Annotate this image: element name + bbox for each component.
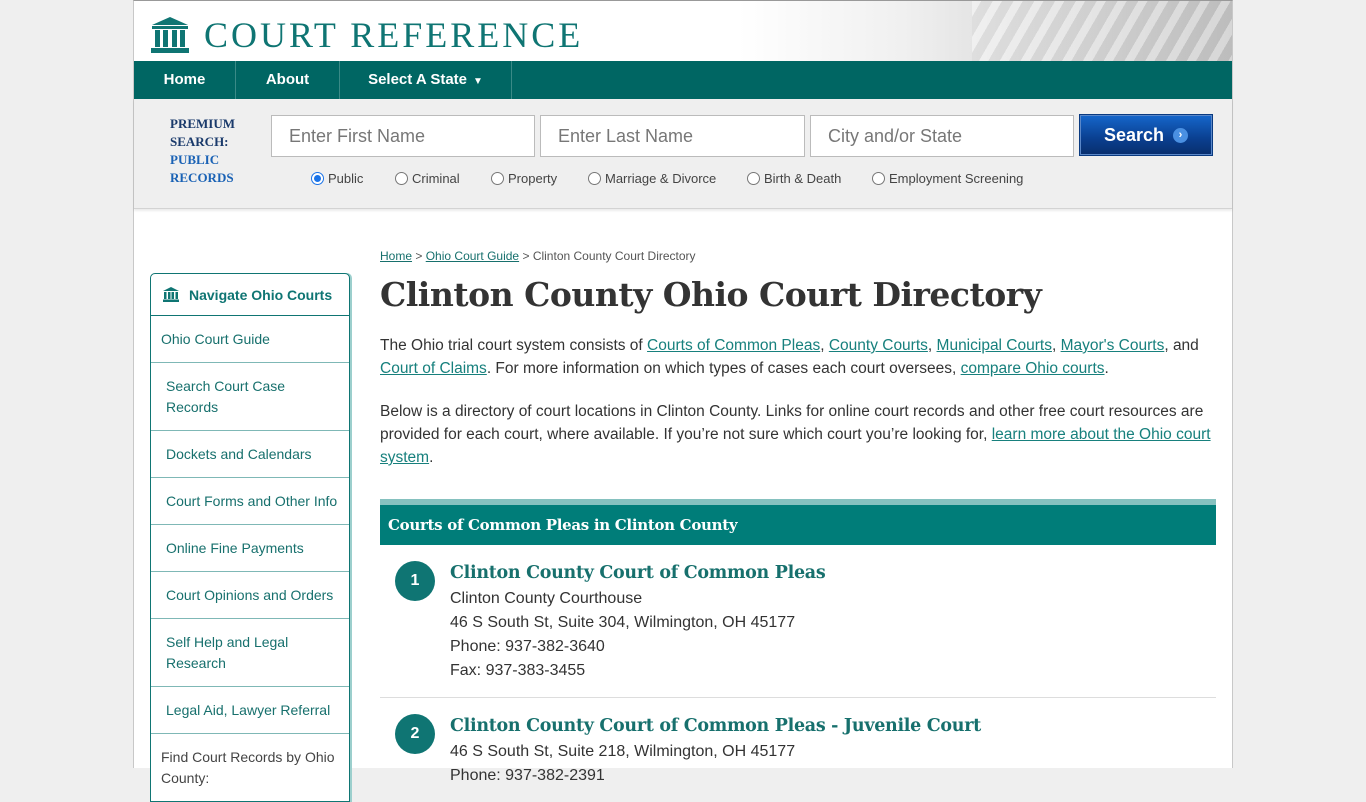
- sidebar-navigate-courts: Navigate Ohio Courts Ohio Court Guide Se…: [150, 273, 350, 802]
- radio-criminal[interactable]: Criminal: [395, 171, 491, 186]
- breadcrumb: Home > Ohio Court Guide > Clinton County…: [380, 249, 1216, 263]
- nav-home[interactable]: Home: [134, 61, 236, 99]
- column-decoration: [972, 1, 1232, 61]
- courthouse-icon: [151, 17, 189, 53]
- directory-paragraph: Below is a directory of court locations …: [380, 400, 1216, 469]
- court-name-link[interactable]: Clinton County Court of Common Pleas - J…: [450, 712, 1216, 740]
- sidebar-item-legal-aid[interactable]: Legal Aid, Lawyer Referral: [151, 687, 349, 734]
- sidebar-item-online-fine-payments[interactable]: Online Fine Payments: [151, 525, 349, 572]
- court-address: 46 S South St, Suite 304, Wilmington, OH…: [450, 614, 796, 631]
- main-nav: Home About Select A State ▼: [134, 61, 1232, 99]
- sidebar-item-ohio-court-guide[interactable]: Ohio Court Guide: [151, 316, 349, 363]
- text: .: [429, 449, 434, 466]
- text: .: [1104, 360, 1109, 377]
- link-municipal-courts[interactable]: Municipal Courts: [937, 337, 1052, 354]
- sidebar-header: Navigate Ohio Courts: [151, 274, 349, 316]
- radio-button[interactable]: [588, 172, 601, 185]
- breadcrumb-current: Clinton County Court Directory: [532, 249, 696, 263]
- logo-text: COURT REFERENCE: [204, 15, 584, 55]
- text: ,: [820, 337, 829, 354]
- link-court-of-claims[interactable]: Court of Claims: [380, 360, 487, 377]
- court-address: 46 S South St, Suite 218, Wilmington, OH…: [450, 743, 796, 760]
- city-state-input[interactable]: [810, 115, 1074, 157]
- text: ,: [1051, 337, 1061, 354]
- text: , and: [1164, 337, 1199, 354]
- sidebar-item-search-case-records[interactable]: Search Court Case Records: [151, 363, 349, 431]
- premium-label-line: PREMIUM: [170, 116, 235, 131]
- last-name-input[interactable]: [540, 115, 805, 157]
- court-listing: 1 Clinton County Court of Common Pleas C…: [380, 545, 1216, 698]
- radio-label: Marriage & Divorce: [605, 171, 717, 186]
- court-listing: 2 Clinton County Court of Common Pleas -…: [380, 698, 1216, 802]
- chevron-right-icon: ›: [1173, 127, 1189, 143]
- court-number-badge: 1: [395, 561, 435, 601]
- sidebar-item-dockets-calendars[interactable]: Dockets and Calendars: [151, 431, 349, 478]
- radio-label: Employment Screening: [889, 171, 1024, 186]
- site-logo[interactable]: COURT REFERENCE: [150, 15, 583, 55]
- link-compare-ohio-courts[interactable]: compare Ohio courts: [961, 360, 1105, 377]
- nav-select-state[interactable]: Select A State ▼: [340, 61, 512, 99]
- text: . For more information on which types of…: [486, 360, 961, 377]
- section-header: Courts of Common Pleas in Clinton County: [380, 499, 1216, 545]
- radio-button[interactable]: [491, 172, 504, 185]
- text: ,: [927, 337, 937, 354]
- record-type-radios: Public Criminal Property Marriage & Divo…: [311, 171, 1023, 186]
- nav-select-state-label: Select A State: [368, 71, 468, 88]
- link-courts-of-common-pleas[interactable]: Courts of Common Pleas: [647, 337, 820, 354]
- radio-birth-death[interactable]: Birth & Death: [747, 171, 872, 186]
- court-number-badge: 2: [395, 714, 435, 754]
- caret-down-icon: ▼: [473, 76, 483, 87]
- premium-label-line: SEARCH:: [170, 134, 229, 149]
- site-header-banner: COURT REFERENCE: [134, 1, 1232, 61]
- radio-public[interactable]: Public: [311, 171, 395, 186]
- radio-label: Property: [508, 171, 558, 186]
- premium-search-bar: PREMIUM SEARCH: PUBLIC RECORDS Search › …: [134, 99, 1232, 209]
- radio-marriage-divorce[interactable]: Marriage & Divorce: [588, 171, 747, 186]
- radio-button[interactable]: [872, 172, 885, 185]
- court-fax: Fax: 937-383-3455: [450, 662, 586, 679]
- sidebar-item-self-help[interactable]: Self Help and Legal Research: [151, 619, 349, 687]
- radio-button[interactable]: [747, 172, 760, 185]
- court-name-link[interactable]: Clinton County Court of Common Pleas: [450, 559, 1216, 587]
- breadcrumb-separator: >: [415, 249, 423, 263]
- sidebar-title: Navigate Ohio Courts: [189, 286, 333, 303]
- radio-label: Birth & Death: [764, 171, 842, 186]
- intro-paragraph: The Ohio trial court system consists of …: [380, 334, 1216, 380]
- sidebar-item-court-opinions[interactable]: Court Opinions and Orders: [151, 572, 349, 619]
- court-phone: Phone: 937-382-3640: [450, 638, 605, 655]
- page-container: COURT REFERENCE Home About Select A Stat…: [133, 0, 1233, 802]
- premium-label-line: PUBLIC: [170, 152, 220, 167]
- breadcrumb-separator: >: [522, 249, 530, 263]
- search-button-label: Search: [1103, 124, 1165, 145]
- sidebar-item-court-forms[interactable]: Court Forms and Other Info: [151, 478, 349, 525]
- radio-label: Criminal: [412, 171, 460, 186]
- premium-search-label: PREMIUM SEARCH: PUBLIC RECORDS: [170, 115, 235, 187]
- text: The Ohio trial court system consists of: [380, 337, 648, 354]
- radio-label: Public: [328, 171, 364, 186]
- court-building: Clinton County Courthouse: [450, 590, 643, 607]
- page-title: Clinton County Ohio Court Directory: [380, 275, 1042, 314]
- main-content: Home > Ohio Court Guide > Clinton County…: [380, 249, 1216, 802]
- radio-employment-screening[interactable]: Employment Screening: [872, 171, 1023, 186]
- breadcrumb-ohio-court-guide[interactable]: Ohio Court Guide: [426, 249, 519, 263]
- nav-about[interactable]: About: [236, 61, 340, 99]
- courthouse-icon: [163, 287, 179, 302]
- premium-label-line: RECORDS: [170, 170, 234, 185]
- radio-button[interactable]: [395, 172, 408, 185]
- search-button[interactable]: Search ›: [1079, 114, 1213, 156]
- radio-button[interactable]: [311, 172, 324, 185]
- first-name-input[interactable]: [271, 115, 535, 157]
- link-county-courts[interactable]: County Courts: [829, 337, 928, 354]
- link-mayors-courts[interactable]: Mayor's Courts: [1061, 337, 1165, 354]
- radio-property[interactable]: Property: [491, 171, 588, 186]
- breadcrumb-home[interactable]: Home: [380, 249, 412, 263]
